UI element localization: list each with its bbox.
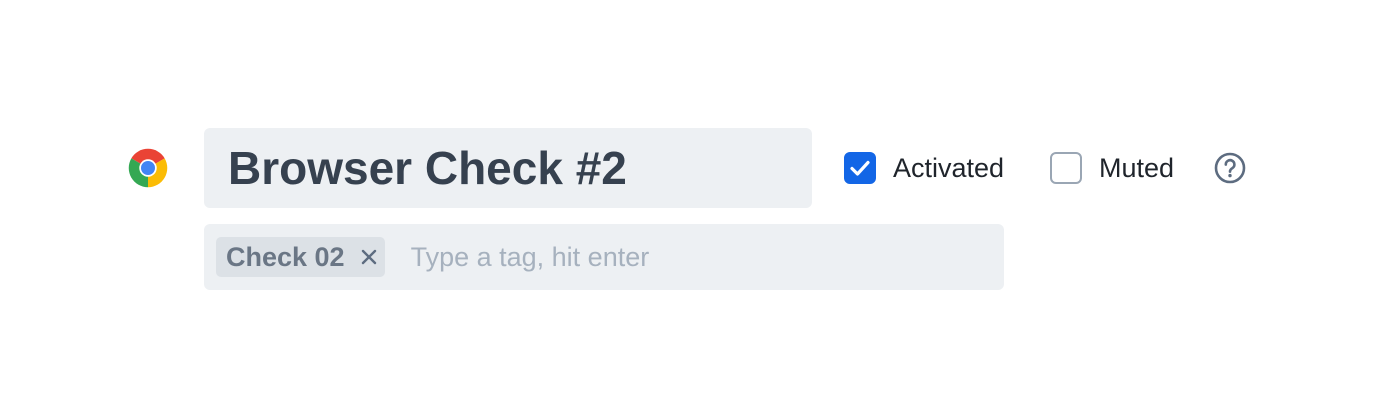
chrome-icon xyxy=(128,148,168,188)
muted-label: Muted xyxy=(1099,152,1175,183)
tags-field[interactable]: Check 02 xyxy=(204,224,1004,290)
muted-checkbox[interactable]: Muted xyxy=(1050,151,1174,185)
activated-checkbox-box[interactable] xyxy=(844,152,876,184)
check-name-field[interactable] xyxy=(204,128,812,208)
check-settings-header: Activated Muted Check 02 xyxy=(0,0,1375,418)
checkmark-icon xyxy=(850,160,870,176)
tag-label: Check 02 xyxy=(226,241,345,272)
muted-checkbox-box[interactable] xyxy=(1050,152,1082,184)
tag-input[interactable] xyxy=(410,241,992,273)
activated-label: Activated xyxy=(893,152,1005,183)
tag-chip: Check 02 xyxy=(216,237,385,277)
close-icon[interactable] xyxy=(359,247,379,267)
check-name-input[interactable] xyxy=(228,141,788,195)
activated-checkbox[interactable]: Activated xyxy=(844,151,1004,185)
question-circle-icon[interactable] xyxy=(1214,152,1246,184)
